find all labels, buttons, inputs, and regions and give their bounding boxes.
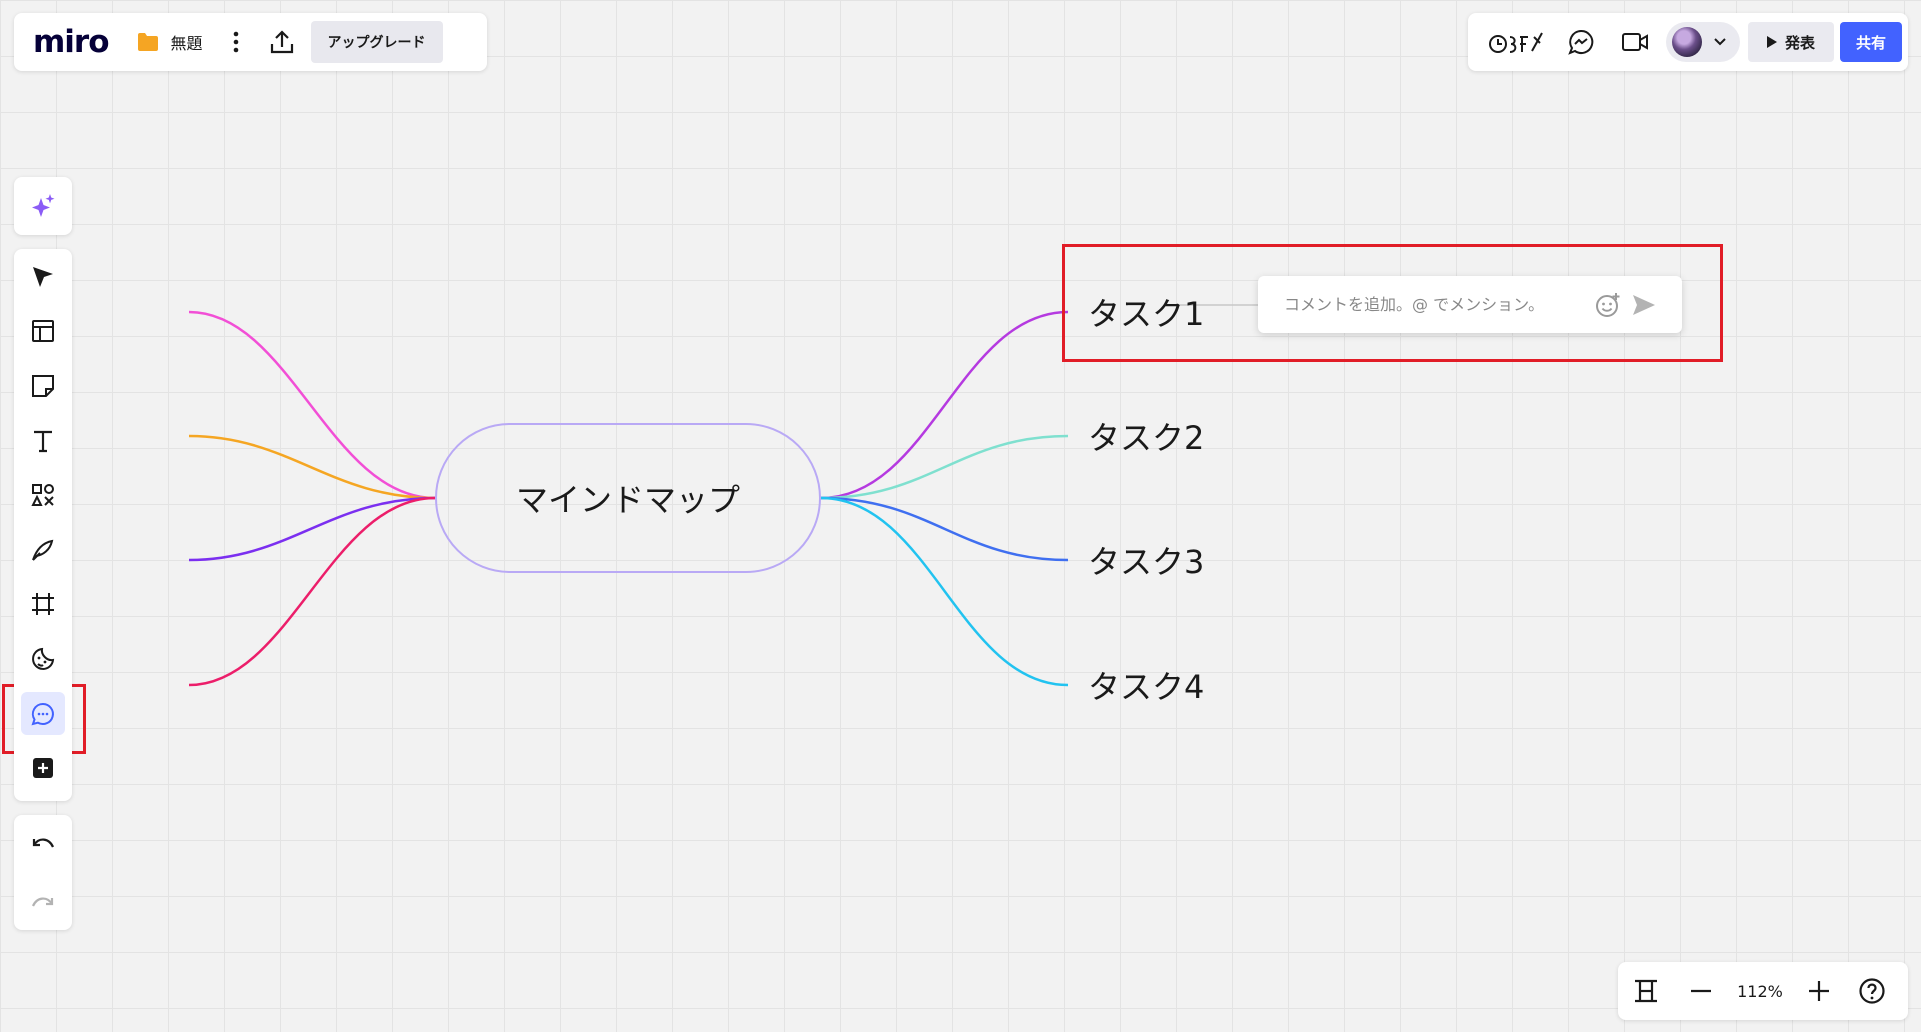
sticky-note-tool-button[interactable] bbox=[21, 364, 65, 408]
right-branch-2 bbox=[820, 434, 1069, 500]
ai-assistant-panel bbox=[14, 177, 72, 235]
sticker-tool-button[interactable] bbox=[21, 637, 65, 681]
zoom-level[interactable]: 112% bbox=[1736, 982, 1784, 1001]
reactions-icon[interactable] bbox=[1488, 29, 1544, 55]
right-branch-4 bbox=[820, 496, 1069, 687]
help-icon[interactable] bbox=[1858, 977, 1886, 1005]
zoom-in-icon[interactable] bbox=[1808, 980, 1830, 1002]
sparkle-icon bbox=[29, 192, 57, 220]
chevron-down-icon bbox=[1714, 38, 1726, 46]
collaboration-toolbar: 発表 共有 bbox=[1468, 13, 1908, 71]
tools-toolbar bbox=[14, 249, 72, 801]
board-header: miro 無題 アップグレード bbox=[14, 13, 487, 71]
pen-tool-button[interactable] bbox=[21, 528, 65, 572]
shapes-icon bbox=[30, 482, 56, 508]
comment-popup bbox=[1258, 276, 1682, 333]
task-node-4[interactable]: タスク4 bbox=[1088, 662, 1204, 708]
undo-button[interactable] bbox=[21, 822, 65, 866]
cursor-icon bbox=[30, 264, 56, 290]
zoom-controls: 112% bbox=[1618, 962, 1908, 1020]
folder-icon bbox=[137, 32, 159, 52]
user-menu-button[interactable] bbox=[1666, 22, 1740, 62]
redo-button[interactable] bbox=[21, 879, 65, 923]
redo-icon bbox=[30, 888, 56, 914]
video-call-icon[interactable] bbox=[1621, 31, 1649, 53]
present-button[interactable]: 発表 bbox=[1748, 22, 1834, 62]
zoom-out-icon[interactable] bbox=[1690, 980, 1712, 1002]
fit-to-screen-icon[interactable] bbox=[1632, 977, 1660, 1005]
send-icon[interactable] bbox=[1630, 291, 1658, 319]
root-node-label: マインドマップ bbox=[515, 481, 740, 519]
miro-logo: miro bbox=[33, 24, 110, 60]
select-tool-button[interactable] bbox=[21, 255, 65, 299]
ai-button[interactable] bbox=[21, 184, 65, 228]
mind-map-root-node[interactable]: マインドマップ bbox=[435, 423, 821, 573]
comment-input[interactable] bbox=[1282, 294, 1586, 315]
avatar bbox=[1672, 27, 1702, 57]
sticker-icon bbox=[30, 646, 56, 672]
left-branch-4 bbox=[188, 496, 436, 687]
play-icon bbox=[1766, 36, 1777, 48]
export-icon[interactable] bbox=[269, 29, 295, 55]
frame-icon bbox=[30, 591, 56, 617]
comment-icon bbox=[30, 701, 56, 727]
task-node-1[interactable]: タスク1 bbox=[1088, 289, 1204, 335]
more-tools-button[interactable] bbox=[21, 746, 65, 790]
undo-icon bbox=[30, 831, 56, 857]
pen-icon bbox=[30, 537, 56, 563]
mind-map-connectors bbox=[188, 304, 1258, 687]
left-branch-1 bbox=[188, 310, 436, 500]
upgrade-button[interactable]: アップグレード bbox=[310, 21, 443, 63]
more-vertical-icon[interactable] bbox=[233, 31, 239, 53]
task-node-2[interactable]: タスク2 bbox=[1088, 413, 1204, 459]
sticky-note-icon bbox=[30, 373, 56, 399]
more-tools-icon bbox=[30, 755, 56, 781]
frame-tool-button[interactable] bbox=[21, 583, 65, 627]
board-title[interactable]: 無題 bbox=[171, 30, 203, 54]
present-label: 発表 bbox=[1784, 33, 1815, 52]
comment-tool-button[interactable] bbox=[21, 691, 65, 736]
task-node-3[interactable]: タスク3 bbox=[1088, 537, 1204, 583]
shapes-tool-button[interactable] bbox=[21, 473, 65, 517]
emoji-add-icon[interactable] bbox=[1594, 291, 1622, 319]
right-branch-1 bbox=[820, 310, 1069, 500]
template-tool-button[interactable] bbox=[21, 310, 65, 354]
history-toolbar bbox=[14, 815, 72, 930]
text-tool-button[interactable] bbox=[21, 419, 65, 463]
share-button[interactable]: 共有 bbox=[1840, 22, 1902, 62]
chat-icon[interactable] bbox=[1568, 29, 1594, 55]
template-icon bbox=[30, 318, 56, 344]
text-icon bbox=[30, 428, 56, 454]
